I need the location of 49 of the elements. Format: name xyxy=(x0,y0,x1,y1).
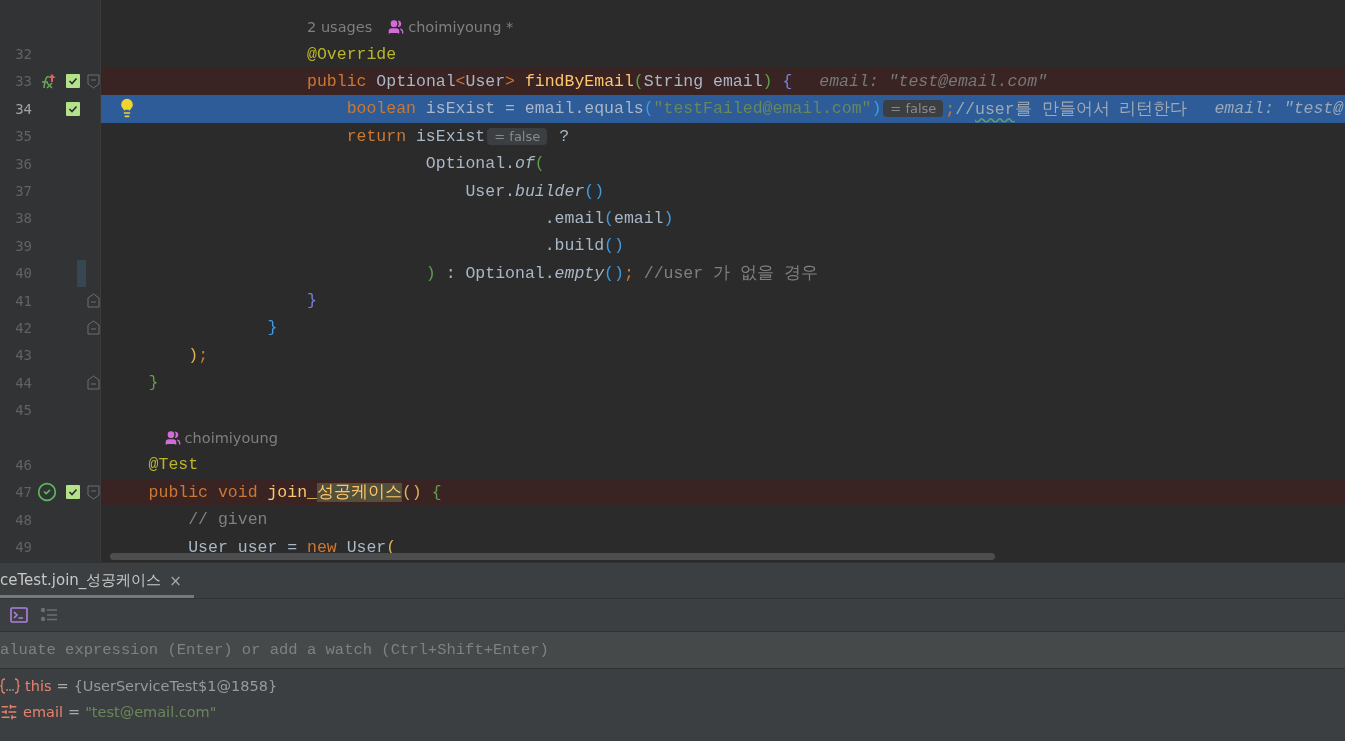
console-icon[interactable] xyxy=(10,607,28,623)
fold-icon[interactable] xyxy=(86,320,100,336)
code-text: ;//user를 만들어서 리턴한다 xyxy=(945,98,1188,120)
fold-icon[interactable] xyxy=(86,293,100,309)
variable-name: email xyxy=(23,704,63,720)
horizontal-scrollbar[interactable] xyxy=(110,553,995,560)
variable-name: this xyxy=(25,678,52,694)
change-marker[interactable] xyxy=(77,259,86,287)
code-text: public void join_성공케이스() { xyxy=(148,482,442,504)
fold-icon[interactable] xyxy=(86,484,100,500)
code-text: @Override xyxy=(307,44,397,64)
inline-value-badge: = false xyxy=(883,100,944,118)
fold-icon[interactable] xyxy=(86,375,100,391)
variable-value: "test@email.com" xyxy=(85,704,217,720)
inline-value-hint: email: "test@ xyxy=(1214,99,1344,119)
code-text: User.builder() xyxy=(465,181,605,201)
code-text: public Optional<User> findByEmail(String email) { xyxy=(307,71,793,91)
list-icon[interactable] xyxy=(40,607,58,623)
code-text: } xyxy=(267,318,278,338)
evaluate-expression-field[interactable]: aluate expression (Enter) or add a watch (Ctrl+Shift+Enter) xyxy=(0,631,1345,669)
code-text: return isExist xyxy=(346,126,486,146)
code-text: .email(email) xyxy=(544,208,674,228)
people-icon xyxy=(388,18,405,35)
equals-sign: = xyxy=(56,678,69,694)
code-text: boolean isExist = email.equals("testFailed@email.com") xyxy=(346,99,882,119)
code-text: @Test xyxy=(148,455,199,475)
code-text: } xyxy=(148,373,159,393)
code-text: ); xyxy=(188,345,209,365)
braces-icon xyxy=(0,678,20,694)
author-hint[interactable]: choimiyoung xyxy=(184,429,278,446)
code-text: ? xyxy=(558,126,570,146)
line-number: 34 xyxy=(14,100,33,117)
author-hint[interactable]: choimiyoung * xyxy=(408,18,514,35)
test-passed-icon[interactable] xyxy=(37,482,57,503)
usages-hint[interactable]: 2 usages xyxy=(307,18,373,35)
people-icon xyxy=(164,429,181,446)
variable-value: {UserServiceTest$1@1858} xyxy=(73,678,278,694)
code-text: // given xyxy=(188,510,268,530)
close-icon[interactable]: × xyxy=(169,571,182,590)
code-text: Optional.of( xyxy=(425,154,545,174)
equals-sign: = xyxy=(68,704,81,720)
sliders-icon xyxy=(0,703,18,721)
code-text: ) : Optional.empty(); //user 가 없을 경우 xyxy=(425,263,818,285)
inline-value-badge: = false xyxy=(487,127,548,145)
session-tab[interactable]: ceTest.join_성공케이스 × xyxy=(0,566,194,598)
code-text: .build() xyxy=(544,236,624,256)
inline-value-hint: email: "test@email.com" xyxy=(819,71,1048,91)
fold-icon[interactable] xyxy=(86,73,100,89)
code-text: } xyxy=(307,291,317,311)
